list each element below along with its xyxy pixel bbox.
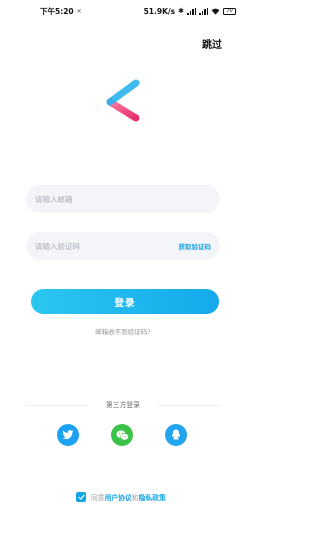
wifi-icon: [211, 8, 220, 15]
wechat-login-button[interactable]: [111, 424, 133, 446]
get-code-button[interactable]: 获取验证码: [179, 241, 212, 251]
code-field-container: 获取验证码: [26, 232, 220, 260]
agreement-prefix: 同意: [91, 494, 105, 502]
user-agreement-link[interactable]: 用户协议: [105, 494, 132, 502]
no-code-link[interactable]: 邮箱收不到验证码?: [0, 326, 246, 336]
wechat-icon: [116, 430, 129, 440]
network-speed: 51.9K/s: [143, 6, 176, 16]
status-bar: 下午5:20 ✕ 51.9K/s ✱ 70: [0, 0, 246, 22]
qq-icon: [171, 429, 181, 440]
qq-login-button[interactable]: [165, 424, 187, 446]
third-party-title: 第三方登录: [106, 401, 140, 409]
agreement-row: 同意用户协议和隐私政策: [76, 492, 166, 502]
skip-button[interactable]: 跳过: [202, 36, 222, 51]
verification-code-input[interactable]: [35, 241, 179, 251]
battery-icon: 70: [223, 7, 236, 15]
status-right: 51.9K/s ✱ 70: [144, 7, 236, 16]
signal-icon: [187, 7, 196, 15]
app-logo: [102, 78, 140, 122]
checkmark-icon: [77, 494, 85, 500]
bluetooth-icon: ✱: [178, 7, 184, 15]
notification-icon: ✕: [76, 7, 82, 15]
login-button[interactable]: 登录: [31, 289, 219, 314]
signal-icon-2: [199, 7, 208, 15]
status-left: 下午5:20 ✕: [40, 6, 82, 17]
twitter-login-button[interactable]: [57, 424, 79, 446]
twitter-icon: [62, 430, 74, 440]
agreement-and: 和: [131, 494, 139, 502]
privacy-policy-link[interactable]: 隐私政策: [139, 494, 166, 502]
status-time: 下午5:20: [40, 6, 74, 16]
agreement-checkbox[interactable]: [76, 492, 86, 502]
email-input[interactable]: [35, 194, 211, 204]
email-field-container: [26, 185, 220, 213]
